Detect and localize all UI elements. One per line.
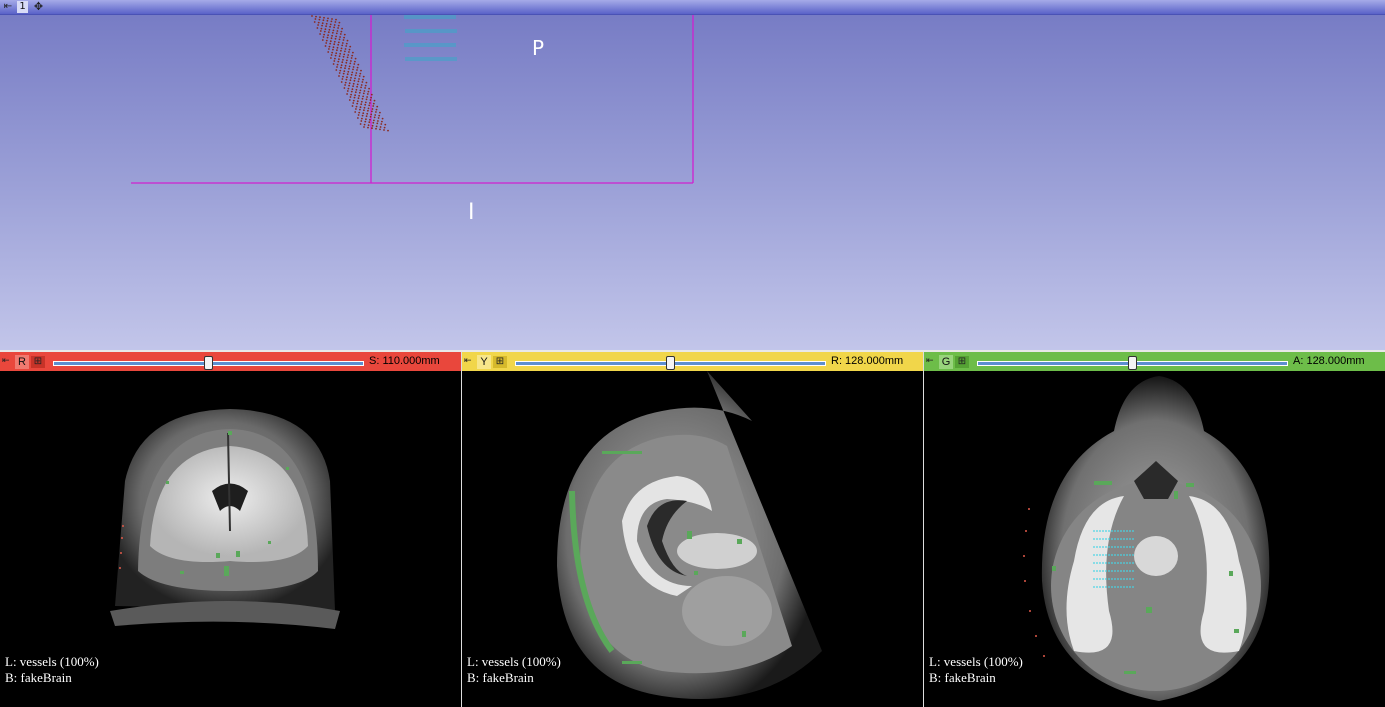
green-slice-controller-bar: ⇤ G ⊞ A: 128.000mm bbox=[924, 352, 1385, 371]
slider-handle[interactable] bbox=[665, 356, 675, 370]
green-slice-view[interactable]: ⇤ G ⊞ A: 128.000mm L: vessels (100%) B: … bbox=[924, 352, 1385, 707]
3d-scene[interactable] bbox=[0, 0, 1385, 352]
orientation-label-top: P bbox=[532, 36, 545, 60]
blue-point-cloud bbox=[404, 15, 457, 61]
layer-annotation: L: vessels (100%) B: fakeBrain bbox=[929, 654, 1023, 686]
yellow-slice-controller-bar: ⇤ Y ⊞ R: 128.000mm bbox=[462, 352, 923, 371]
slice-letter[interactable]: R bbox=[15, 355, 29, 369]
slice-offset-value: R: 128.000mm bbox=[831, 355, 904, 367]
background-layer-text: B: fakeBrain bbox=[929, 670, 996, 685]
pin-icon[interactable]: ⇤ bbox=[464, 356, 472, 366]
3d-view[interactable]: ⇤ 1 ✥ P I bbox=[0, 0, 1385, 352]
label-layer-text: L: vessels (100%) bbox=[467, 654, 561, 669]
midbrain bbox=[1134, 536, 1178, 576]
label-layer-text: L: vessels (100%) bbox=[5, 654, 99, 669]
slice-letter[interactable]: Y bbox=[477, 355, 491, 369]
layer-annotation: L: vessels (100%) B: fakeBrain bbox=[467, 654, 561, 686]
background-layer-text: B: fakeBrain bbox=[467, 670, 534, 685]
link-icon[interactable]: ⊞ bbox=[955, 356, 969, 368]
link-icon[interactable]: ⊞ bbox=[31, 356, 45, 368]
view-separator bbox=[923, 352, 924, 707]
pin-icon[interactable]: ⇤ bbox=[926, 356, 934, 366]
slice-letter[interactable]: G bbox=[939, 355, 953, 369]
3d-view-controller-bar: ⇤ 1 ✥ bbox=[0, 0, 1385, 15]
center-view-icon[interactable]: ✥ bbox=[32, 1, 45, 13]
layer-annotation: L: vessels (100%) B: fakeBrain bbox=[5, 654, 99, 686]
slider-handle[interactable] bbox=[1127, 356, 1137, 370]
label-layer-text: L: vessels (100%) bbox=[929, 654, 1023, 669]
slider-handle[interactable] bbox=[203, 356, 213, 370]
red-markers bbox=[1023, 508, 1045, 657]
red-slice-controller-bar: ⇤ R ⊞ S: 110.000mm bbox=[0, 352, 461, 371]
link-icon[interactable]: ⊞ bbox=[493, 356, 507, 368]
orientation-label-bottom: I bbox=[468, 200, 475, 225]
view-layout-number[interactable]: 1 bbox=[17, 1, 28, 13]
background-layer-text: B: fakeBrain bbox=[5, 670, 72, 685]
view-separator bbox=[461, 352, 462, 707]
slice-offset-value: A: 128.000mm bbox=[1293, 355, 1365, 367]
pin-icon[interactable]: ⇤ bbox=[2, 1, 14, 13]
red-slice-view[interactable]: ⇤ R ⊞ S: 110.000mm L: vessels (100%) B: … bbox=[0, 352, 461, 707]
red-point-cloud bbox=[311, 15, 389, 132]
slice-offset-value: S: 110.000mm bbox=[369, 355, 440, 367]
cerebellum bbox=[682, 576, 772, 646]
yellow-slice-view[interactable]: ⇤ Y ⊞ R: 128.000mm L: vessels (100%) B: bbox=[462, 352, 923, 707]
pin-icon[interactable]: ⇤ bbox=[2, 356, 10, 366]
